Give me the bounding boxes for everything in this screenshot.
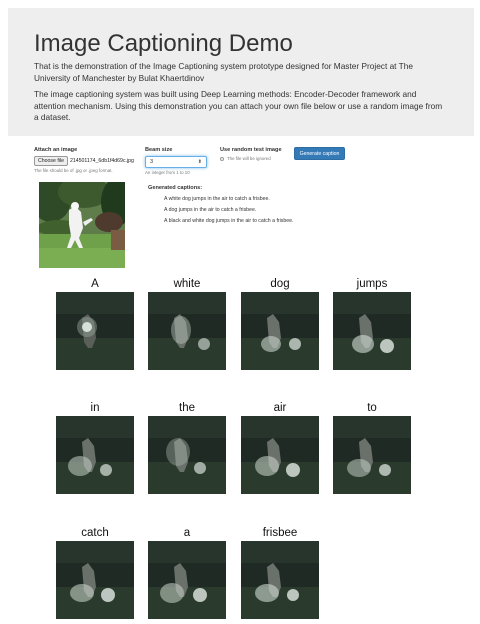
caption-item: A dog jumps in the air to catch a frisbe… <box>164 207 257 213</box>
attention-word: frisbee <box>262 527 298 539</box>
attention-word: a <box>183 527 191 539</box>
attention-cell: catch <box>56 526 134 619</box>
attention-cell: jumps <box>333 277 411 370</box>
choose-file-button[interactable]: Choose file <box>34 156 68 166</box>
attention-map-image <box>333 292 411 370</box>
generated-captions: Generated captions: A white dog jumps in… <box>148 185 348 229</box>
attention-cell: dog <box>241 277 319 370</box>
beam-size-label: Beam size <box>145 147 173 153</box>
intro-text: That is the demonstration of the Image C… <box>34 61 413 83</box>
attention-map-image <box>56 292 134 370</box>
file-name: 214501174_6db1f4d69c.jpg <box>69 158 134 164</box>
attention-cell: air <box>241 401 319 494</box>
description-text: The image captioning system was built us… <box>34 89 443 122</box>
attention-word: to <box>367 402 377 414</box>
header-panel: Image Captioning Demo That is the demons… <box>8 8 474 136</box>
beam-size-help: An integer from 1 to 10 <box>145 170 190 175</box>
attention-word: dog <box>270 278 290 290</box>
beam-size-select[interactable]: 3 ⬍ <box>145 156 207 168</box>
caption-item: A black and white dog jumps in the air t… <box>164 218 294 224</box>
attention-cell: A <box>56 277 134 370</box>
random-image-option[interactable]: The file will be ignored <box>220 156 290 161</box>
captions-list: A white dog jumps in the air to catch a … <box>148 196 348 224</box>
dog-photo-image <box>39 182 125 268</box>
attention-cell: a <box>148 526 226 619</box>
attention-word: jumps <box>356 278 388 290</box>
attention-word: A <box>91 278 99 290</box>
attention-cell: white <box>148 277 226 370</box>
uploaded-image-preview <box>39 182 125 268</box>
attention-cell: in <box>56 401 134 494</box>
spinner-arrows-icon[interactable]: ⬍ <box>198 159 202 165</box>
attention-word: the <box>179 402 195 414</box>
attention-map-image <box>241 416 319 494</box>
captions-heading: Generated captions: <box>148 185 203 191</box>
beam-size-group: Beam size 3 ⬍ An integer from 1 to 10 <box>145 147 215 175</box>
random-image-group: Use random test image The file will be i… <box>220 147 290 161</box>
attention-map-image <box>148 292 226 370</box>
attention-word: air <box>273 402 287 414</box>
attention-word: catch <box>81 527 109 539</box>
file-input[interactable]: Choose file 214501174_6db1f4d69c.jpg <box>34 156 134 166</box>
attention-map-image <box>333 416 411 494</box>
attach-image-label: Attach an image <box>34 147 78 153</box>
attention-map-image <box>56 416 134 494</box>
random-image-help: The file will be ignored <box>227 156 271 161</box>
page-title: Image Captioning Demo <box>34 30 293 57</box>
attention-map-image <box>56 541 134 619</box>
attention-map-image <box>148 541 226 619</box>
file-help-text: The file should be of .jpg or .jpeg form… <box>34 168 113 173</box>
caption-item: A white dog jumps in the air to catch a … <box>164 196 270 202</box>
random-image-label: Use random test image <box>220 147 282 153</box>
attention-map-image <box>241 292 319 370</box>
beam-size-value: 3 <box>150 159 154 165</box>
attention-cell: frisbee <box>241 526 319 619</box>
attach-image-group: Attach an image Choose file 214501174_6d… <box>34 147 134 173</box>
attention-cell: the <box>148 401 226 494</box>
attention-word: white <box>173 278 201 290</box>
random-image-radio[interactable] <box>220 156 224 161</box>
generate-caption-button[interactable]: Generate caption <box>294 147 345 160</box>
attention-map-image <box>148 416 226 494</box>
attention-map-image <box>241 541 319 619</box>
attention-cell: to <box>333 401 411 494</box>
attention-word: in <box>90 402 100 414</box>
